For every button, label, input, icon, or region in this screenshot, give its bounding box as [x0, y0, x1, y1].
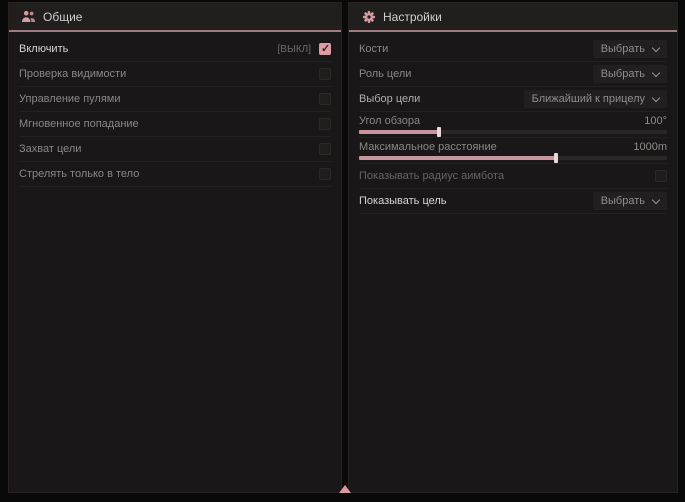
max-distance-slider[interactable]	[359, 156, 667, 160]
chevron-down-icon	[652, 195, 660, 203]
toggle-row-enable[interactable]: Включить [ВЫКЛ]	[19, 37, 331, 62]
target-role-dropdown[interactable]: Выбрать	[593, 65, 667, 83]
toggle-row-body-only[interactable]: Стрелять только в тело	[19, 162, 331, 187]
fov-slider[interactable]	[359, 130, 667, 134]
toggle-row-visibility-check[interactable]: Проверка видимости	[19, 62, 331, 87]
instant-hit-checkbox[interactable]	[319, 118, 331, 130]
max-distance-value: 1000m	[633, 141, 667, 153]
target-selection-dropdown[interactable]: Ближайший к прицелу	[524, 90, 667, 108]
toggle-row-bullet-control[interactable]: Управление пулями	[19, 87, 331, 112]
setting-label: Максимальное расстояние	[359, 141, 497, 153]
people-icon	[21, 9, 36, 24]
setting-row-fov: Угол обзора 100°	[359, 112, 667, 138]
bones-dropdown[interactable]: Выбрать	[593, 40, 667, 58]
chevron-down-icon	[652, 68, 660, 76]
cursor-triangle	[339, 485, 351, 493]
gear-icon	[361, 9, 376, 24]
setting-row-max-distance: Максимальное расстояние 1000m	[359, 138, 667, 164]
dropdown-value: Ближайший к прицелу	[532, 93, 645, 105]
settings-panel: Настройки Кости Выбрать Роль цели Выбрат…	[348, 2, 678, 493]
enable-checkbox[interactable]	[319, 43, 331, 55]
setting-row-bones: Кости Выбрать	[359, 37, 667, 62]
toggle-row-show-aimbot-radius[interactable]: Показывать радиус аимбота	[359, 164, 667, 189]
toggle-row-instant-hit[interactable]: Мгновенное попадание	[19, 112, 331, 137]
setting-row-target-selection: Выбор цели Ближайший к прицелу	[359, 87, 667, 112]
fov-value: 100°	[644, 115, 667, 127]
dropdown-value: Выбрать	[601, 43, 645, 55]
dropdown-value: Выбрать	[601, 195, 645, 207]
toggle-label: Включить	[19, 43, 68, 55]
visibility-check-checkbox[interactable]	[319, 68, 331, 80]
show-target-dropdown[interactable]: Выбрать	[593, 192, 667, 210]
body-only-checkbox[interactable]	[319, 168, 331, 180]
bullet-control-checkbox[interactable]	[319, 93, 331, 105]
setting-label: Роль цели	[359, 68, 411, 80]
setting-label: Показывать цель	[359, 195, 447, 207]
show-aimbot-radius-checkbox[interactable]	[655, 170, 667, 182]
settings-panel-header: Настройки	[349, 3, 677, 32]
target-lock-checkbox[interactable]	[319, 143, 331, 155]
setting-label: Угол обзора	[359, 115, 420, 127]
settings-panel-body: Кости Выбрать Роль цели Выбрать Выбор це…	[349, 32, 677, 492]
general-panel-body: Включить [ВЫКЛ] Проверка видимости Управ…	[9, 32, 341, 492]
toggle-label: Стрелять только в тело	[19, 168, 139, 180]
toggle-label: Мгновенное попадание	[19, 118, 139, 130]
setting-row-target-role: Роль цели Выбрать	[359, 62, 667, 87]
chevron-down-icon	[652, 93, 660, 101]
general-panel-header: Общие	[9, 3, 341, 32]
toggle-label: Управление пулями	[19, 93, 121, 105]
toggle-row-target-lock[interactable]: Захват цели	[19, 137, 331, 162]
general-panel-title: Общие	[43, 10, 82, 24]
toggle-label: Показывать радиус аимбота	[359, 170, 504, 182]
general-panel: Общие Включить [ВЫКЛ] Проверка видимости…	[8, 2, 342, 493]
max-distance-slider-fill[interactable]	[359, 156, 556, 160]
fov-slider-fill[interactable]	[359, 130, 439, 134]
toggle-label: Проверка видимости	[19, 68, 126, 80]
dropdown-value: Выбрать	[601, 68, 645, 80]
setting-row-show-target: Показывать цель Выбрать	[359, 189, 667, 214]
keybind-hint: [ВЫКЛ]	[278, 44, 311, 55]
toggle-label: Захват цели	[19, 143, 81, 155]
setting-label: Выбор цели	[359, 93, 420, 105]
chevron-down-icon	[652, 43, 660, 51]
settings-panel-title: Настройки	[383, 10, 442, 24]
setting-label: Кости	[359, 43, 388, 55]
